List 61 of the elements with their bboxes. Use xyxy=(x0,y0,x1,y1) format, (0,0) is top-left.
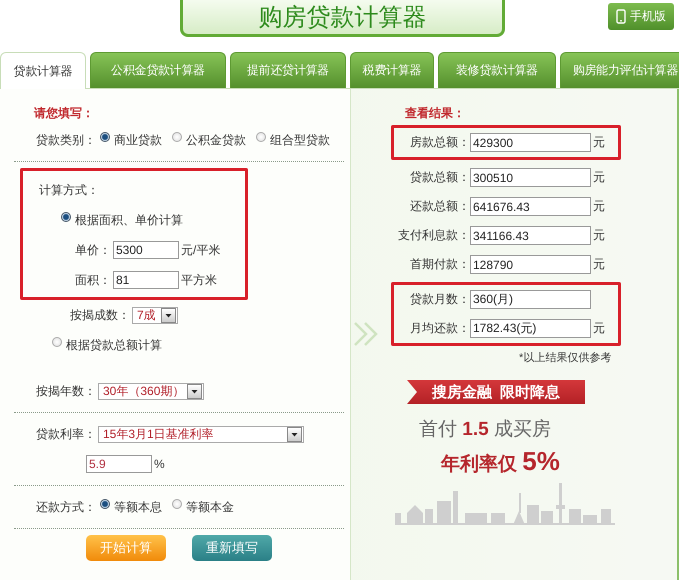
field-label: 按揭成数： xyxy=(70,306,130,324)
field-label: 支付利息款： xyxy=(397,227,470,244)
result-field[interactable]: 641676.43 xyxy=(470,197,591,216)
unit-label: 元/平米 xyxy=(181,242,220,258)
promo-ribbon: 搜房金融 限时降息 xyxy=(407,380,585,404)
unit-label: 元 xyxy=(593,134,605,151)
field-label: 还款方式： xyxy=(36,498,96,516)
unit-label: % xyxy=(154,457,165,471)
radio-label: 公积金贷款 xyxy=(186,132,246,148)
radio-label: 等额本金 xyxy=(186,498,234,516)
radio-button[interactable] xyxy=(256,132,266,142)
unit-label: 元 xyxy=(593,198,605,215)
field-label: 面积： xyxy=(75,272,111,288)
radio-label: 根据贷款总额计算 xyxy=(66,336,162,354)
radio-label: 组合型贷款 xyxy=(270,132,330,148)
phone-icon xyxy=(616,9,626,24)
result-field[interactable]: 1782.43(元) xyxy=(470,319,591,338)
field-label: 房款总额： xyxy=(409,134,470,151)
radio-button[interactable] xyxy=(100,499,110,509)
radio-button[interactable] xyxy=(172,132,182,142)
radio-label: 根据面积、单价计算 xyxy=(75,212,183,228)
radio-button[interactable] xyxy=(100,132,110,142)
result-field[interactable]: 300510 xyxy=(470,168,591,187)
reset-button[interactable]: 重新填写 xyxy=(192,535,272,561)
radio-button[interactable] xyxy=(52,337,62,347)
field-label: 贷款月数： xyxy=(409,291,470,308)
field-label: 贷款总额： xyxy=(409,169,470,186)
input-field[interactable]: 5300 xyxy=(113,241,179,259)
field-label: 计算方式： xyxy=(39,182,99,198)
dropdown-field[interactable]: 30年（360期） xyxy=(98,382,204,400)
field-label: 月均还款： xyxy=(409,320,470,337)
radio-button[interactable] xyxy=(172,499,182,509)
result-field[interactable]: 360(月) xyxy=(470,290,591,309)
section-heading: 请您填写： xyxy=(34,105,95,122)
result-field[interactable]: 341166.43 xyxy=(470,226,591,245)
unit-label: 平方米 xyxy=(181,272,217,288)
result-field[interactable]: 128790 xyxy=(470,255,591,274)
unit-label: 元 xyxy=(593,256,605,273)
field-label: 贷款类别： xyxy=(36,132,96,148)
radio-button[interactable] xyxy=(61,212,71,222)
result-field[interactable]: 429300 xyxy=(470,133,591,152)
unit-label: 元 xyxy=(593,320,605,337)
page-title: 购房贷款计算器 xyxy=(180,0,505,37)
footnote: *以上结果仅供参考 xyxy=(519,350,612,366)
field-label: 贷款利率： xyxy=(36,426,96,442)
input-field[interactable]: 81 xyxy=(113,271,179,289)
field-label: 还款总额： xyxy=(409,198,470,215)
promo-text: 年利率仅 5% xyxy=(441,446,561,477)
field-label: 单价： xyxy=(75,242,111,258)
field-label: 按揭年数： xyxy=(36,382,96,400)
field-label: 首期付款： xyxy=(409,256,470,273)
section-heading: 查看结果： xyxy=(405,105,466,122)
unit-label: 元 xyxy=(593,227,605,244)
tab[interactable]: 贷款计算器 xyxy=(0,52,86,90)
input-field[interactable]: 5.9 xyxy=(86,455,152,473)
promo-text: 首付 1.5 成买房 xyxy=(419,418,552,442)
radio-label: 商业贷款 xyxy=(114,132,162,148)
unit-label: 元 xyxy=(593,169,605,186)
radio-label: 等额本息 xyxy=(114,498,162,516)
dropdown-field[interactable]: 15年3月1日基准利率 xyxy=(98,426,304,442)
dropdown-field[interactable]: 7成 xyxy=(132,306,178,324)
